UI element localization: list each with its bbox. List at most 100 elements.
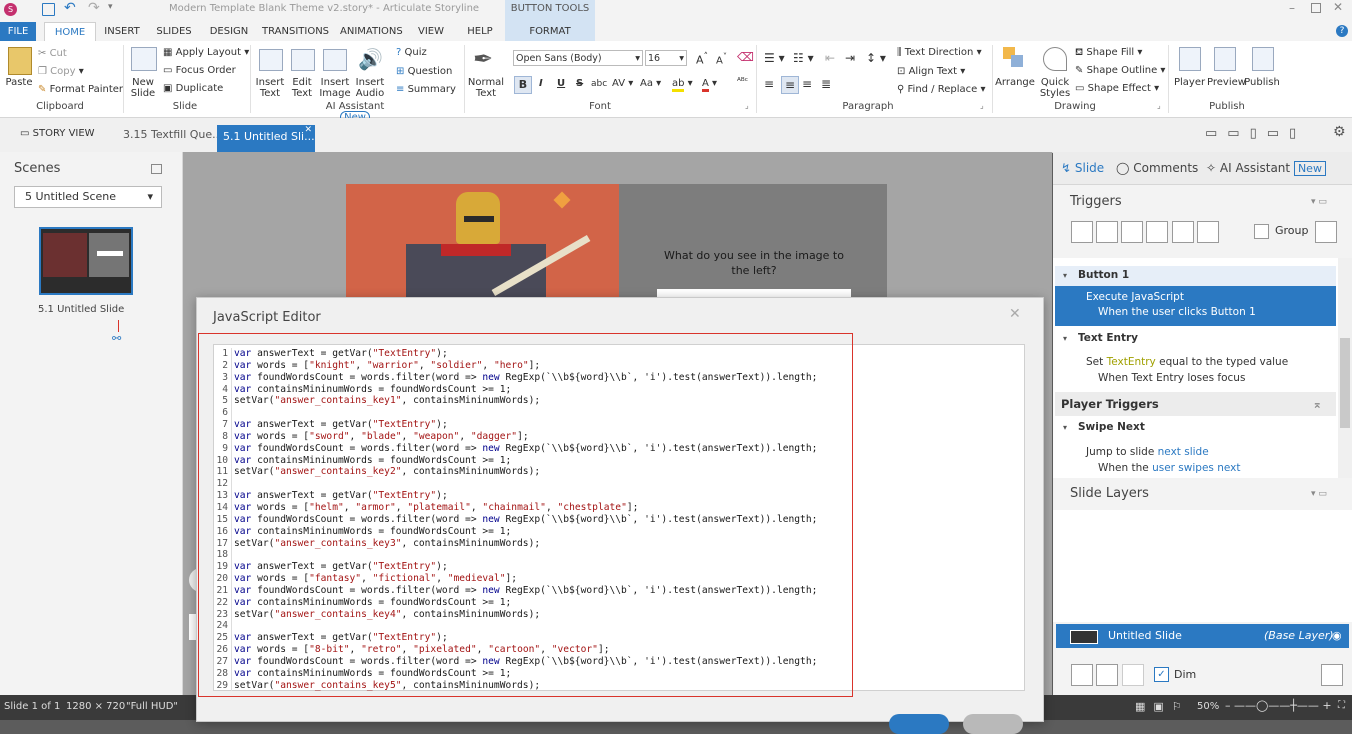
help-icon[interactable]: ?: [1336, 25, 1348, 37]
drawing-dialog-launcher-icon[interactable]: ⌟: [1157, 101, 1161, 110]
arrange-button[interactable]: Arrange: [995, 77, 1035, 88]
restore-icon[interactable]: [1311, 3, 1321, 13]
tab-help[interactable]: HELP: [463, 22, 497, 41]
edit-trigger-icon[interactable]: [1096, 221, 1118, 243]
cut-button[interactable]: ✂ Cut: [38, 48, 67, 59]
new-slide-button[interactable]: New Slide: [126, 77, 160, 99]
tab-view[interactable]: VIEW: [414, 22, 448, 41]
line-spacing-icon[interactable]: ↕ ▾: [866, 51, 886, 65]
group-checkbox[interactable]: [1254, 224, 1269, 239]
player-button[interactable]: Player: [1174, 77, 1205, 88]
shadow-button[interactable]: abc: [591, 79, 607, 89]
text-entry-field[interactable]: [657, 289, 851, 297]
clear-format-icon[interactable]: ⌫: [737, 50, 754, 64]
apply-layout-button[interactable]: ▦ Apply Layout ▾: [163, 47, 249, 58]
preview-button[interactable]: Preview: [1207, 77, 1246, 88]
edit-text-icon[interactable]: [291, 49, 315, 71]
format-painter-button[interactable]: ✎ Format Painter: [38, 84, 123, 95]
increase-indent-icon[interactable]: ⇥: [845, 51, 855, 65]
eye-icon[interactable]: ◉: [1332, 624, 1342, 648]
align-right-icon[interactable]: ≡: [802, 77, 812, 91]
scrollbar-thumb[interactable]: [1340, 338, 1350, 428]
justify-icon[interactable]: ≣: [821, 77, 831, 91]
arrange-icon[interactable]: [1003, 47, 1025, 69]
delete-trigger-icon[interactable]: [1172, 221, 1194, 243]
bold-button[interactable]: B: [514, 76, 532, 94]
player-icon[interactable]: [1179, 47, 1201, 71]
tab-file[interactable]: FILE: [0, 22, 36, 41]
question-button[interactable]: ⊞ Question: [396, 66, 452, 77]
publish-icon[interactable]: [1252, 47, 1274, 71]
slide-tab-3-15[interactable]: 3.15 Textfill Que...: [123, 128, 223, 141]
align-center-icon[interactable]: ≡: [781, 76, 799, 94]
base-layer-row[interactable]: Untitled Slide (Base Layer) ◉: [1056, 624, 1349, 648]
paste-trigger-icon[interactable]: [1146, 221, 1168, 243]
trigger-jump-slide[interactable]: Jump to slide next slide When the user s…: [1055, 446, 1336, 474]
paragraph-dialog-launcher-icon[interactable]: ⌟: [980, 101, 984, 110]
reorder-trigger-icon[interactable]: [1197, 221, 1219, 243]
copy-button[interactable]: ❐ Copy ▾: [38, 66, 84, 77]
collapse-icon[interactable]: ⌅: [1312, 392, 1322, 416]
tab-transitions[interactable]: TRANSITIONS: [262, 22, 329, 41]
trigger-group-swipe-next[interactable]: ▾ Swipe Next: [1055, 421, 1336, 439]
font-name-select[interactable]: Open Sans (Body) ▾: [513, 50, 643, 66]
close-tab-icon[interactable]: ✕: [304, 118, 312, 142]
insert-audio-button[interactable]: Insert Audio: [352, 77, 388, 99]
scene-dropdown[interactable]: 5 Untitled Scene ▾: [14, 186, 162, 208]
duplicate-button[interactable]: ▣ Duplicate: [163, 83, 223, 94]
change-case-icon[interactable]: Aa ▾: [640, 78, 661, 89]
tab-home[interactable]: HOME: [44, 22, 96, 42]
close-window-icon[interactable]: ✕: [1333, 0, 1343, 14]
triggers-collapse-icon[interactable]: ▾ ▭: [1311, 197, 1327, 207]
view-mode-icons[interactable]: ▦▣⚐: [1135, 700, 1190, 713]
panel-menu-icon[interactable]: [151, 164, 162, 174]
tab-slide-triggers[interactable]: ↯ Slide: [1061, 161, 1104, 175]
quick-access-dropdown-icon[interactable]: ▾: [108, 2, 113, 12]
find-replace-button[interactable]: ⚲ Find / Replace ▾: [897, 84, 986, 95]
dim-checkbox[interactable]: ✓: [1154, 667, 1169, 682]
copy-trigger-icon[interactable]: [1121, 221, 1143, 243]
insert-image-icon[interactable]: [323, 49, 347, 71]
numbering-icon[interactable]: ☷ ▾: [793, 51, 814, 65]
tab-animations[interactable]: ANIMATIONS: [340, 22, 403, 41]
quiz-button[interactable]: ? Quiz: [396, 47, 427, 58]
layers-collapse-icon[interactable]: ▾ ▭: [1311, 489, 1327, 499]
redo-icon[interactable]: ↷: [88, 0, 100, 16]
paste-icon[interactable]: [8, 47, 32, 75]
edit-text-button[interactable]: Edit Text: [287, 77, 317, 99]
strikethrough-button[interactable]: S: [576, 78, 583, 89]
save-icon[interactable]: [42, 3, 55, 16]
cancel-button[interactable]: [963, 714, 1023, 734]
slide-tab-5-1[interactable]: 5.1 Untitled Sli... ✕: [217, 125, 315, 152]
tab-insert[interactable]: INSERT: [101, 22, 143, 41]
ok-button[interactable]: [889, 714, 949, 734]
shape-fill-button[interactable]: ⛾ Shape Fill ▾: [1075, 47, 1142, 60]
new-slide-icon[interactable]: [131, 47, 157, 71]
text-direction-button[interactable]: ⫼ Text Direction ▾: [897, 47, 982, 58]
align-left-icon[interactable]: ≡: [764, 77, 774, 91]
duplicate-layer-icon[interactable]: [1096, 664, 1118, 686]
font-dialog-launcher-icon[interactable]: ⌟: [745, 101, 749, 110]
font-grow-icon[interactable]: A˄: [696, 51, 708, 67]
slide-image[interactable]: [346, 184, 619, 297]
layout-view-icons[interactable]: ▭▭▯▭▯: [1205, 126, 1306, 141]
player-triggers-header[interactable]: Player Triggers ⌅: [1055, 392, 1336, 416]
trigger-execute-javascript[interactable]: Execute JavaScript When the user clicks …: [1055, 286, 1336, 326]
delete-layer-icon[interactable]: [1122, 664, 1144, 686]
insert-text-icon[interactable]: [259, 49, 283, 71]
font-shrink-icon[interactable]: A˅: [716, 51, 727, 66]
fit-window-icon[interactable]: ⛶: [1338, 700, 1345, 711]
new-trigger-icon[interactable]: [1071, 221, 1093, 243]
tab-slides[interactable]: SLIDES: [152, 22, 196, 41]
insert-audio-icon[interactable]: 🔊: [358, 47, 383, 71]
font-size-select[interactable]: 16 ▾: [645, 50, 687, 66]
normal-text-button[interactable]: Normal Text: [467, 77, 505, 99]
align-text-button[interactable]: ⊡ Align Text ▾: [897, 66, 965, 77]
quick-styles-icon[interactable]: [1043, 47, 1067, 71]
zoom-slider[interactable]: – ——◯——┼—— +: [1225, 699, 1332, 712]
tab-ai-assistant[interactable]: ✧ AI Assistant New: [1206, 161, 1326, 176]
shape-outline-button[interactable]: ✎ Shape Outline ▾: [1075, 65, 1165, 76]
new-layer-icon[interactable]: [1071, 664, 1093, 686]
trigger-variables-icon[interactable]: [1315, 221, 1337, 243]
underline-button[interactable]: U: [557, 78, 565, 89]
